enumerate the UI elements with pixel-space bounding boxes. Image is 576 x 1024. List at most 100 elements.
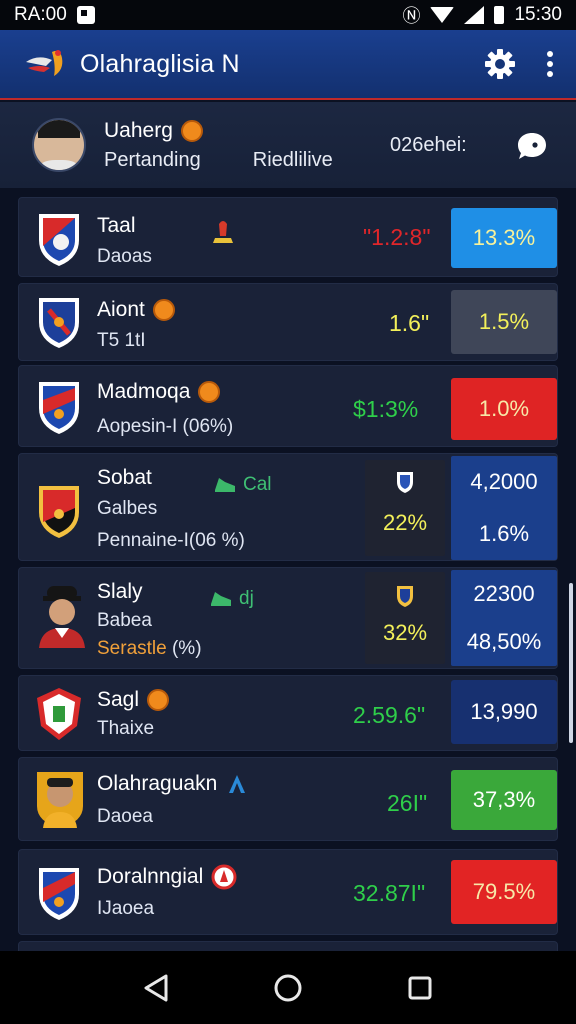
team-shield-icon (35, 864, 83, 920)
settings-button[interactable] (484, 48, 516, 80)
chat-bubble-icon (518, 133, 546, 159)
status-left: RA:00 (14, 4, 95, 26)
list-item[interactable]: Madmoqa Aopesin-I (06%) $1:3% 1.0% (18, 365, 558, 447)
recents-square-icon (408, 976, 432, 999)
row-percentage[interactable]: 1.5% (451, 290, 557, 354)
row-stat: "1.2:8" (363, 224, 431, 250)
medal-icon (211, 864, 237, 890)
row-stat: 2.59.6" (353, 702, 426, 728)
row-title: Aiont (97, 298, 175, 322)
home-button[interactable] (273, 973, 303, 1003)
row-title-text: Doralnngial (97, 865, 204, 888)
profile-header: Uaherg Pertanding Riedlilive 026ehei: (0, 102, 576, 188)
row-subtitle-2-text: Serastle (97, 638, 167, 659)
row-stat: 32.87I" (353, 880, 426, 906)
more-vertical-icon (547, 51, 553, 77)
row-stat: 1.6" (389, 310, 430, 336)
gear-icon (485, 49, 515, 79)
row-title-text: Slaly (97, 580, 143, 603)
profile-status: Pertanding (104, 148, 201, 171)
row-stat: 26I" (387, 790, 428, 816)
signal-icon (464, 6, 485, 24)
row-tag: dj (209, 588, 254, 610)
row-title-text: Olahraguakn (97, 772, 218, 795)
row-percentage[interactable]: 13,990 (451, 680, 557, 744)
row-subtitle: Thaixe (97, 718, 155, 739)
row-title: Sagl (97, 688, 170, 712)
chat-button[interactable] (516, 130, 548, 162)
list-item[interactable]: Slaly dj Babea Serastle (%) 32% 22300 48… (18, 567, 558, 669)
row-percentage[interactable]: 37,3% (451, 770, 557, 830)
team-shield-icon (35, 482, 83, 538)
trophy-icon (229, 775, 246, 793)
list-item[interactable]: Sagl Thaixe 2.59.6" 13,990 (18, 675, 558, 751)
split-value-box[interactable]: 22300 48,50% (451, 570, 557, 666)
list-item[interactable]: Sobat Cal Galbes Pennaine-I(06 %) 22% 4,… (18, 453, 558, 561)
row-title-text: Sagl (97, 688, 140, 711)
trophy-icon (213, 221, 233, 243)
row-subtitle: Babea (97, 610, 152, 631)
scrollbar-thumb[interactable] (569, 583, 573, 743)
club-badge-icon (397, 472, 413, 493)
list-item[interactable]: Doralnngial IJaoea 32.87I" 79.5% (18, 849, 558, 935)
app-logo (22, 44, 70, 84)
row-title-text: Taal (97, 214, 136, 237)
list-item[interactable]: Aiont T5 1tI 1.6" 1.5% (18, 283, 558, 361)
more-options-button[interactable] (546, 50, 554, 78)
score-box: 32% (365, 572, 445, 664)
team-shield-icon (35, 294, 83, 350)
row-title-text: Aiont (97, 298, 145, 321)
recents-button[interactable] (406, 974, 434, 1002)
split-bottom-value: 48,50% (466, 629, 542, 654)
profile-status-row: Pertanding Riedlilive (104, 149, 333, 172)
medal-icon (147, 689, 170, 711)
navigation-bar (0, 951, 576, 1024)
app-title: Olahraglisia N (80, 49, 240, 78)
list-item[interactable]: Olahraguakn Daoea 26I" 37,3% (18, 757, 558, 841)
row-title-text: Sobat (97, 466, 152, 489)
medal-icon (152, 299, 175, 321)
score-box-value: 22% (382, 510, 428, 535)
home-circle-icon (274, 974, 302, 1001)
notification-icon (76, 6, 95, 24)
profile-name-label: Uaherg (104, 118, 173, 142)
row-title: Sobat (97, 466, 152, 490)
row-title: Doralnngial (97, 864, 237, 890)
row-title: Slaly (97, 580, 143, 604)
list-item[interactable]: Taal Daoas "1.2:8" 13.3% (18, 197, 558, 277)
club-badge-icon (397, 586, 413, 607)
team-shield-icon (35, 378, 83, 434)
medal-icon (198, 381, 221, 403)
row-stat: $1:3% (353, 396, 419, 422)
row-subtitle: Daoas (97, 246, 152, 267)
row-tag-text: Cal (243, 474, 272, 495)
back-button[interactable] (142, 973, 170, 1003)
row-tag-text: dj (239, 588, 254, 609)
row-title: Taal (97, 214, 136, 238)
player-portrait (35, 770, 85, 830)
row-percentage[interactable]: 13.3% (451, 208, 557, 268)
row-title: Olahraguakn (97, 772, 249, 796)
sneaker-icon (211, 592, 231, 606)
list-item-partial[interactable] (18, 941, 558, 951)
split-top-value: 4,2000 (470, 469, 538, 494)
row-percentage[interactable]: 79.5% (451, 860, 557, 924)
team-shield-icon (35, 210, 83, 266)
profile-code: 026ehei: (390, 134, 467, 156)
match-list: Taal Daoas "1.2:8" 13.3% Aiont T5 1tI 1.… (0, 193, 576, 951)
row-title-text: Madmoqa (97, 380, 191, 403)
row-title: Madmoqa (97, 380, 221, 404)
split-value-box[interactable]: 4,2000 1.6% (451, 456, 557, 560)
row-subtitle: Galbes (97, 498, 158, 519)
player-portrait (37, 584, 87, 648)
profile-live[interactable]: Riedlilive (253, 149, 333, 172)
profile-name: Uaherg (104, 119, 333, 143)
row-percentage[interactable]: 1.0% (451, 378, 557, 440)
row-subtitle-2-suffix: (%) (171, 638, 202, 659)
avatar[interactable] (32, 118, 86, 172)
back-triangle-icon (144, 974, 168, 1001)
medal-icon (180, 119, 203, 142)
nfc-icon: Ⓝ (402, 6, 421, 26)
row-subtitle-2: Serastle (%) (97, 638, 202, 660)
split-top-value: 22300 (473, 581, 535, 606)
